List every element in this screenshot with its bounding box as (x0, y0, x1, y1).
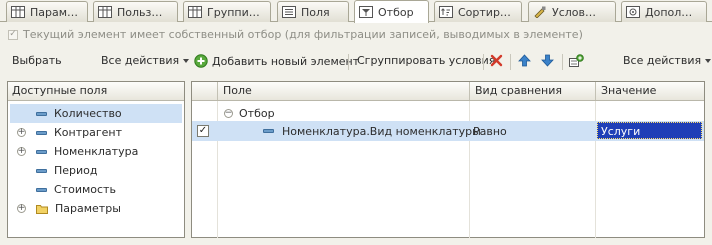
toolbar-separator (510, 54, 511, 70)
field-icon (36, 111, 47, 116)
own-filter-option: ✓ Текущий элемент имеет собственный отбо… (8, 28, 583, 41)
column-divider (217, 82, 218, 100)
field-item-nomenclature[interactable]: + Номенклатура (10, 142, 138, 161)
collapse-icon[interactable]: − (224, 109, 233, 118)
table-icon (188, 6, 202, 18)
conditional-icon (534, 6, 546, 18)
field-icon (36, 168, 47, 173)
tab-label: Отбор (378, 5, 414, 19)
settings-icon (626, 6, 640, 18)
field-item-quantity[interactable]: Количество (10, 104, 182, 123)
field-icon (36, 130, 47, 135)
tab-additional[interactable]: Допол… (621, 1, 707, 22)
field-item-parameters[interactable]: + Параметры (10, 199, 121, 218)
filter-group-label: Отбор (239, 107, 275, 120)
table-icon (98, 6, 112, 18)
delete-button[interactable] (490, 54, 503, 67)
tab-fields[interactable]: Поля (277, 1, 349, 22)
sort-icon (439, 6, 453, 18)
tab-grouping[interactable]: Группи… (183, 1, 271, 22)
available-fields-panel: Доступные поля Количество + Контрагент +… (7, 81, 185, 238)
tab-label: Допол… (645, 5, 693, 19)
tab-sorting[interactable]: Сортир… (434, 1, 522, 22)
filter-toolbar: Выбрать Все действия Добавить новый элем… (0, 50, 712, 74)
condition-comparison[interactable]: Равно (473, 122, 507, 141)
expand-icon[interactable]: + (17, 147, 26, 156)
field-item-period[interactable]: Период (10, 161, 98, 180)
move-up-button[interactable] (518, 54, 531, 67)
toolbar-separator (483, 54, 484, 70)
tab-label: Польз… (117, 5, 163, 19)
column-header-value[interactable]: Значение (597, 82, 656, 100)
field-item-cost[interactable]: Стоимость (10, 180, 116, 199)
own-filter-checkbox[interactable]: ✓ (8, 29, 18, 40)
folder-icon (36, 204, 48, 214)
move-down-button[interactable] (541, 54, 554, 67)
filter-table: Поле Вид сравнения Значение − Отбор ✓ Но… (191, 81, 705, 238)
tab-label: Поля (301, 5, 330, 19)
toolbar-separator (562, 54, 563, 70)
column-header-field[interactable]: Поле (219, 82, 252, 100)
arrow-up-icon (518, 54, 531, 67)
chevron-down-icon (183, 58, 190, 63)
tab-label: Группи… (207, 5, 260, 19)
column-header-comparison[interactable]: Вид сравнения (471, 82, 562, 100)
table-icon (11, 6, 25, 18)
add-grouped-condition-icon (569, 54, 584, 67)
expand-icon[interactable]: + (17, 204, 26, 213)
delete-icon (490, 54, 503, 67)
available-fields-header: Доступные поля (8, 82, 184, 101)
all-actions-left-button[interactable]: Все действия (101, 54, 190, 67)
field-icon (36, 149, 47, 154)
arrow-down-icon (541, 54, 554, 67)
available-fields-title: Доступные поля (12, 84, 108, 97)
field-icon (36, 187, 47, 192)
expand-icon[interactable]: + (17, 128, 26, 137)
column-divider (595, 82, 596, 100)
field-icon (263, 129, 274, 133)
tab-conditional-formatting[interactable]: Услов… (528, 1, 616, 22)
tab-label: Парам… (30, 5, 79, 19)
tab-label: Сортир… (458, 5, 511, 19)
add-new-element-button[interactable]: Добавить новый элемент (194, 54, 359, 68)
all-actions-right-button[interactable]: Все действия (623, 54, 712, 67)
tab-parameters[interactable]: Парам… (6, 1, 88, 22)
tab-bar: Парам… Польз… Группи… Поля Отбор Сортир…… (0, 0, 712, 23)
tab-user-fields[interactable]: Польз… (93, 1, 178, 22)
field-item-counterparty[interactable]: + Контрагент (10, 123, 122, 142)
add-icon (194, 54, 208, 68)
own-filter-label: Текущий элемент имеет собственный отбор … (23, 28, 583, 41)
toolbar-separator (348, 54, 349, 70)
filter-icon (359, 6, 373, 18)
condition-field[interactable]: Номенклатура.Вид номенклатуры (282, 125, 481, 138)
select-button[interactable]: Выбрать (12, 54, 62, 67)
column-divider (469, 82, 470, 100)
list-icon (282, 6, 296, 18)
chevron-down-icon (705, 58, 712, 63)
group-conditions-button[interactable]: Сгруппировать условия (357, 54, 495, 67)
settings-structure-button[interactable] (568, 54, 584, 68)
tab-filter[interactable]: Отбор (354, 0, 429, 23)
tab-label: Услов… (552, 5, 596, 19)
condition-value[interactable]: Услуги (597, 122, 702, 139)
filter-table-header: Поле Вид сравнения Значение (192, 82, 704, 101)
condition-use-checkbox[interactable]: ✓ (197, 125, 209, 137)
